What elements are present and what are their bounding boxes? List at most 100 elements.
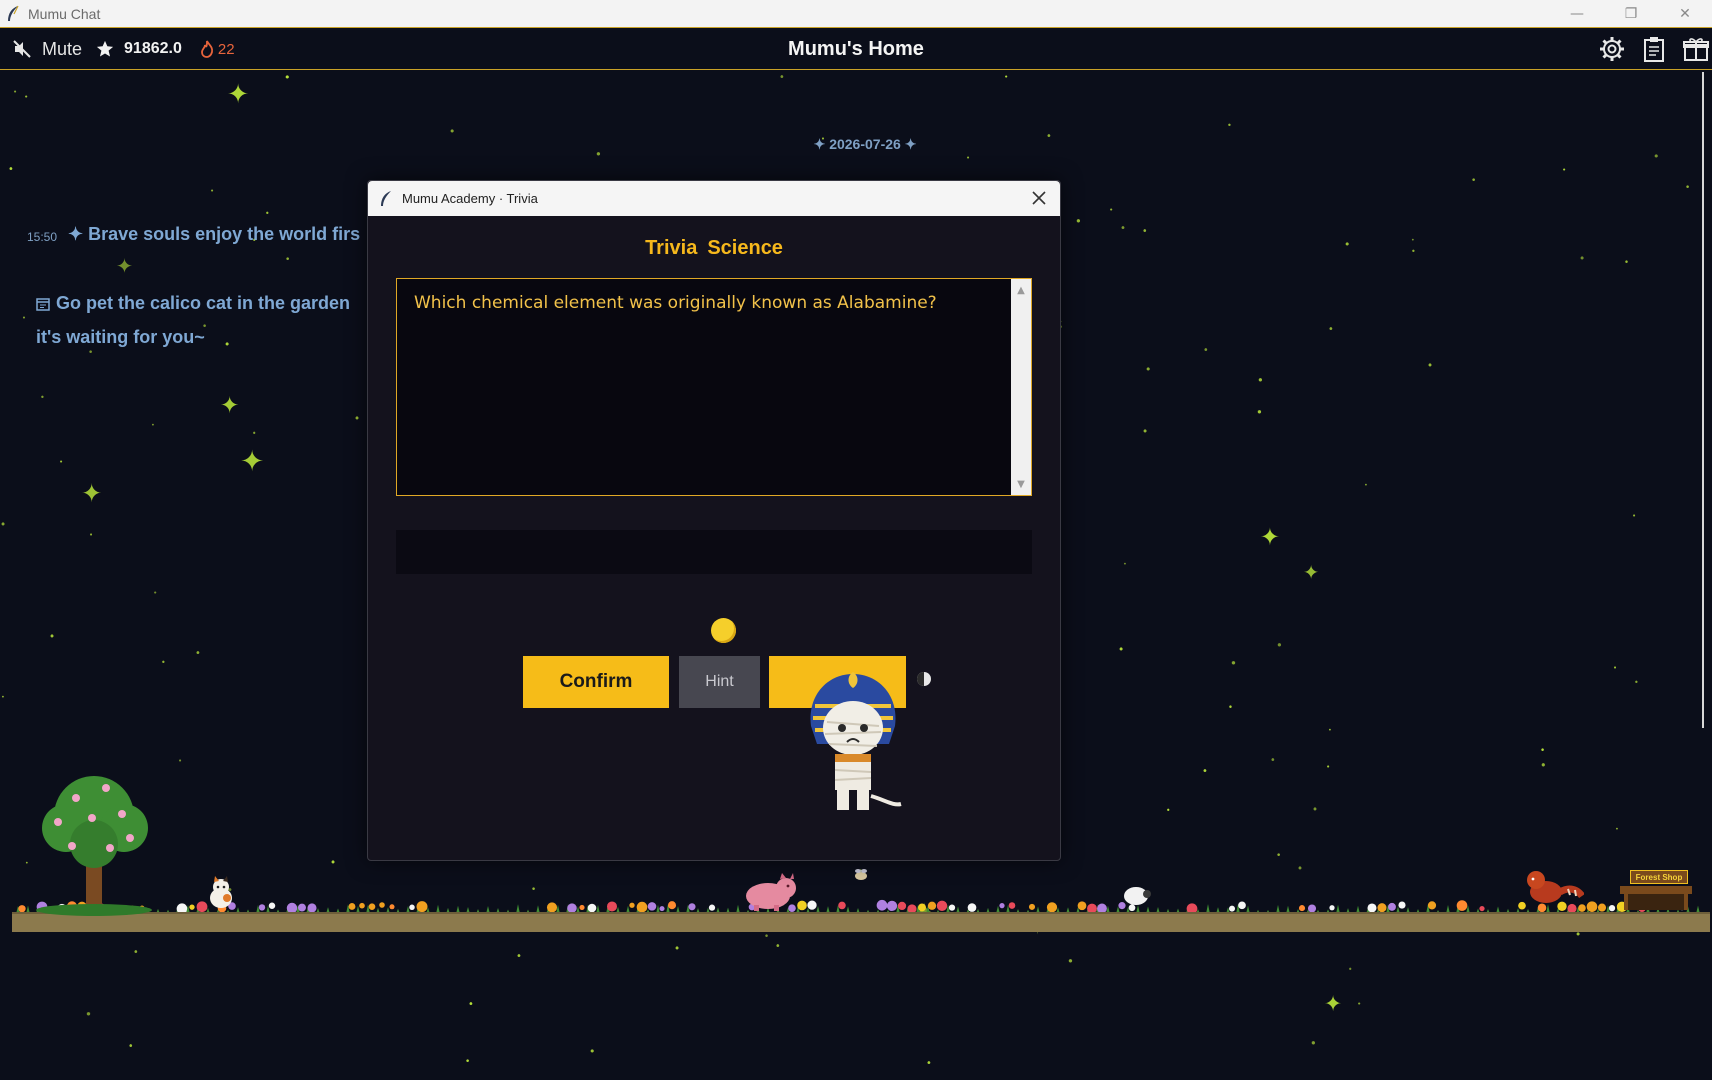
star-sparkle: • [133, 947, 139, 958]
star-sparkle: • [265, 209, 270, 218]
flower [1398, 901, 1406, 909]
star-sparkle: • [1276, 638, 1283, 652]
star-sparkle: • [151, 421, 155, 429]
star-sparkle: • [1297, 864, 1303, 875]
star-sparkle: • [89, 531, 94, 539]
flower [897, 901, 907, 911]
star-sparkle: • [1202, 766, 1208, 777]
mute-button[interactable]: Mute [42, 39, 82, 60]
flower [886, 900, 898, 912]
star-sparkle: • [210, 186, 215, 195]
star-sparkle: • [1364, 481, 1368, 489]
flower [546, 902, 558, 913]
cat-icon[interactable] [205, 876, 237, 910]
mummy-pharaoh-icon[interactable] [793, 666, 913, 816]
star-sparkle: • [1411, 247, 1416, 256]
clipboard-icon[interactable] [1640, 35, 1668, 63]
star-sparkle: • [161, 658, 166, 667]
gift-icon[interactable] [1682, 35, 1710, 63]
flower [807, 900, 817, 910]
star-sparkle: • [128, 1041, 134, 1052]
question-scrollbar[interactable]: ▲ ▼ [1011, 279, 1031, 495]
star-sparkle: • [775, 941, 781, 952]
sheep-icon[interactable] [1122, 884, 1152, 908]
hint-button[interactable]: Hint [679, 656, 760, 708]
chat-scrollbar[interactable] [1702, 72, 1704, 728]
flower [1008, 902, 1016, 909]
red-panda-icon[interactable] [1522, 866, 1584, 908]
flower [1077, 901, 1087, 911]
star-sparkle: • [1357, 999, 1362, 1008]
flower [1597, 903, 1607, 912]
restore-button[interactable]: ❐ [1604, 0, 1658, 28]
minimize-button[interactable]: — [1550, 0, 1604, 28]
sparkle-icon: ✦ [813, 136, 826, 152]
flower [918, 903, 926, 912]
dialog-close-button[interactable] [1026, 185, 1052, 211]
star-sparkle: • [1411, 237, 1415, 244]
flower [1479, 905, 1485, 912]
star-sparkle: • [1145, 363, 1152, 376]
window-close-button[interactable]: ✕ [1658, 0, 1712, 28]
star-sparkle: • [1615, 825, 1619, 833]
star-sparkle: • [1109, 205, 1114, 214]
flower [298, 903, 306, 912]
flower [1238, 901, 1246, 910]
star-sparkle: • [85, 1007, 92, 1021]
star-sparkle: • [1257, 373, 1264, 387]
flower [268, 902, 276, 909]
pig-icon[interactable] [740, 872, 800, 912]
star-sparkle: • [1632, 511, 1637, 520]
answer-input[interactable] [396, 530, 1032, 574]
star-sparkle: • [674, 943, 681, 955]
star-sparkle: • [449, 125, 456, 138]
star-sparkle: • [1004, 72, 1009, 81]
flower [389, 904, 395, 910]
flower [1377, 903, 1387, 913]
score-value: 91862.0 [124, 40, 182, 57]
star-sparkle: • [40, 392, 45, 402]
question-text-area[interactable]: Which chemical element was originally kn… [396, 278, 1032, 496]
chat-date-text: 2026-07-26 [829, 136, 901, 152]
star-sparkle: • [1653, 150, 1660, 163]
flower [927, 901, 937, 910]
star-sparkle: • [1228, 702, 1233, 712]
star-sparkle: • [22, 314, 26, 322]
flower [189, 904, 195, 910]
star-sparkle: • [195, 648, 201, 659]
star-sparkle: • [1312, 805, 1318, 816]
confirm-button[interactable]: Confirm [523, 656, 669, 708]
star-sparkle: • [468, 999, 474, 1010]
star-sparkle: • [1142, 226, 1148, 237]
star-sparkle: • [1348, 965, 1353, 974]
star-sparkle: • [25, 860, 29, 867]
star-sparkle: ✦ [1260, 523, 1280, 551]
flower [647, 902, 657, 911]
star-sparkle: • [1203, 345, 1209, 356]
scroll-up-icon[interactable]: ▲ [1011, 281, 1031, 299]
star-sparkle: ✦ [116, 254, 133, 278]
star-sparkle: • [13, 87, 18, 96]
mute-icon[interactable] [12, 39, 32, 59]
app-header: Mute 91862.0 22 Mumu's Home [0, 28, 1712, 70]
flower [636, 901, 648, 913]
trivia-heading: Trivia Science [368, 237, 1060, 260]
calendar-icon [36, 288, 50, 311]
star-sparkle: • [24, 92, 29, 101]
chat-message-text: Brave souls enjoy the world firs [88, 224, 361, 244]
star-sparkle: • [764, 932, 770, 942]
shop-stall-icon[interactable] [1618, 880, 1696, 912]
star-sparkle: • [1230, 656, 1237, 670]
gear-icon[interactable] [1598, 35, 1626, 63]
star-sparkle: • [1562, 165, 1567, 174]
star-sparkle: ✦ [1303, 561, 1320, 584]
flower [629, 902, 635, 908]
feather-icon [378, 190, 396, 208]
dialog-titlebar[interactable]: Mumu Academy · Trivia [368, 181, 1060, 216]
star-sparkle: • [1328, 726, 1332, 734]
tree-icon[interactable] [36, 758, 156, 918]
scroll-down-icon[interactable]: ▼ [1011, 475, 1031, 493]
trivia-dialog: Mumu Academy · Trivia Trivia Science Whic… [367, 180, 1061, 861]
star-sparkle: • [1046, 131, 1052, 142]
star-sparkle: • [252, 429, 257, 438]
